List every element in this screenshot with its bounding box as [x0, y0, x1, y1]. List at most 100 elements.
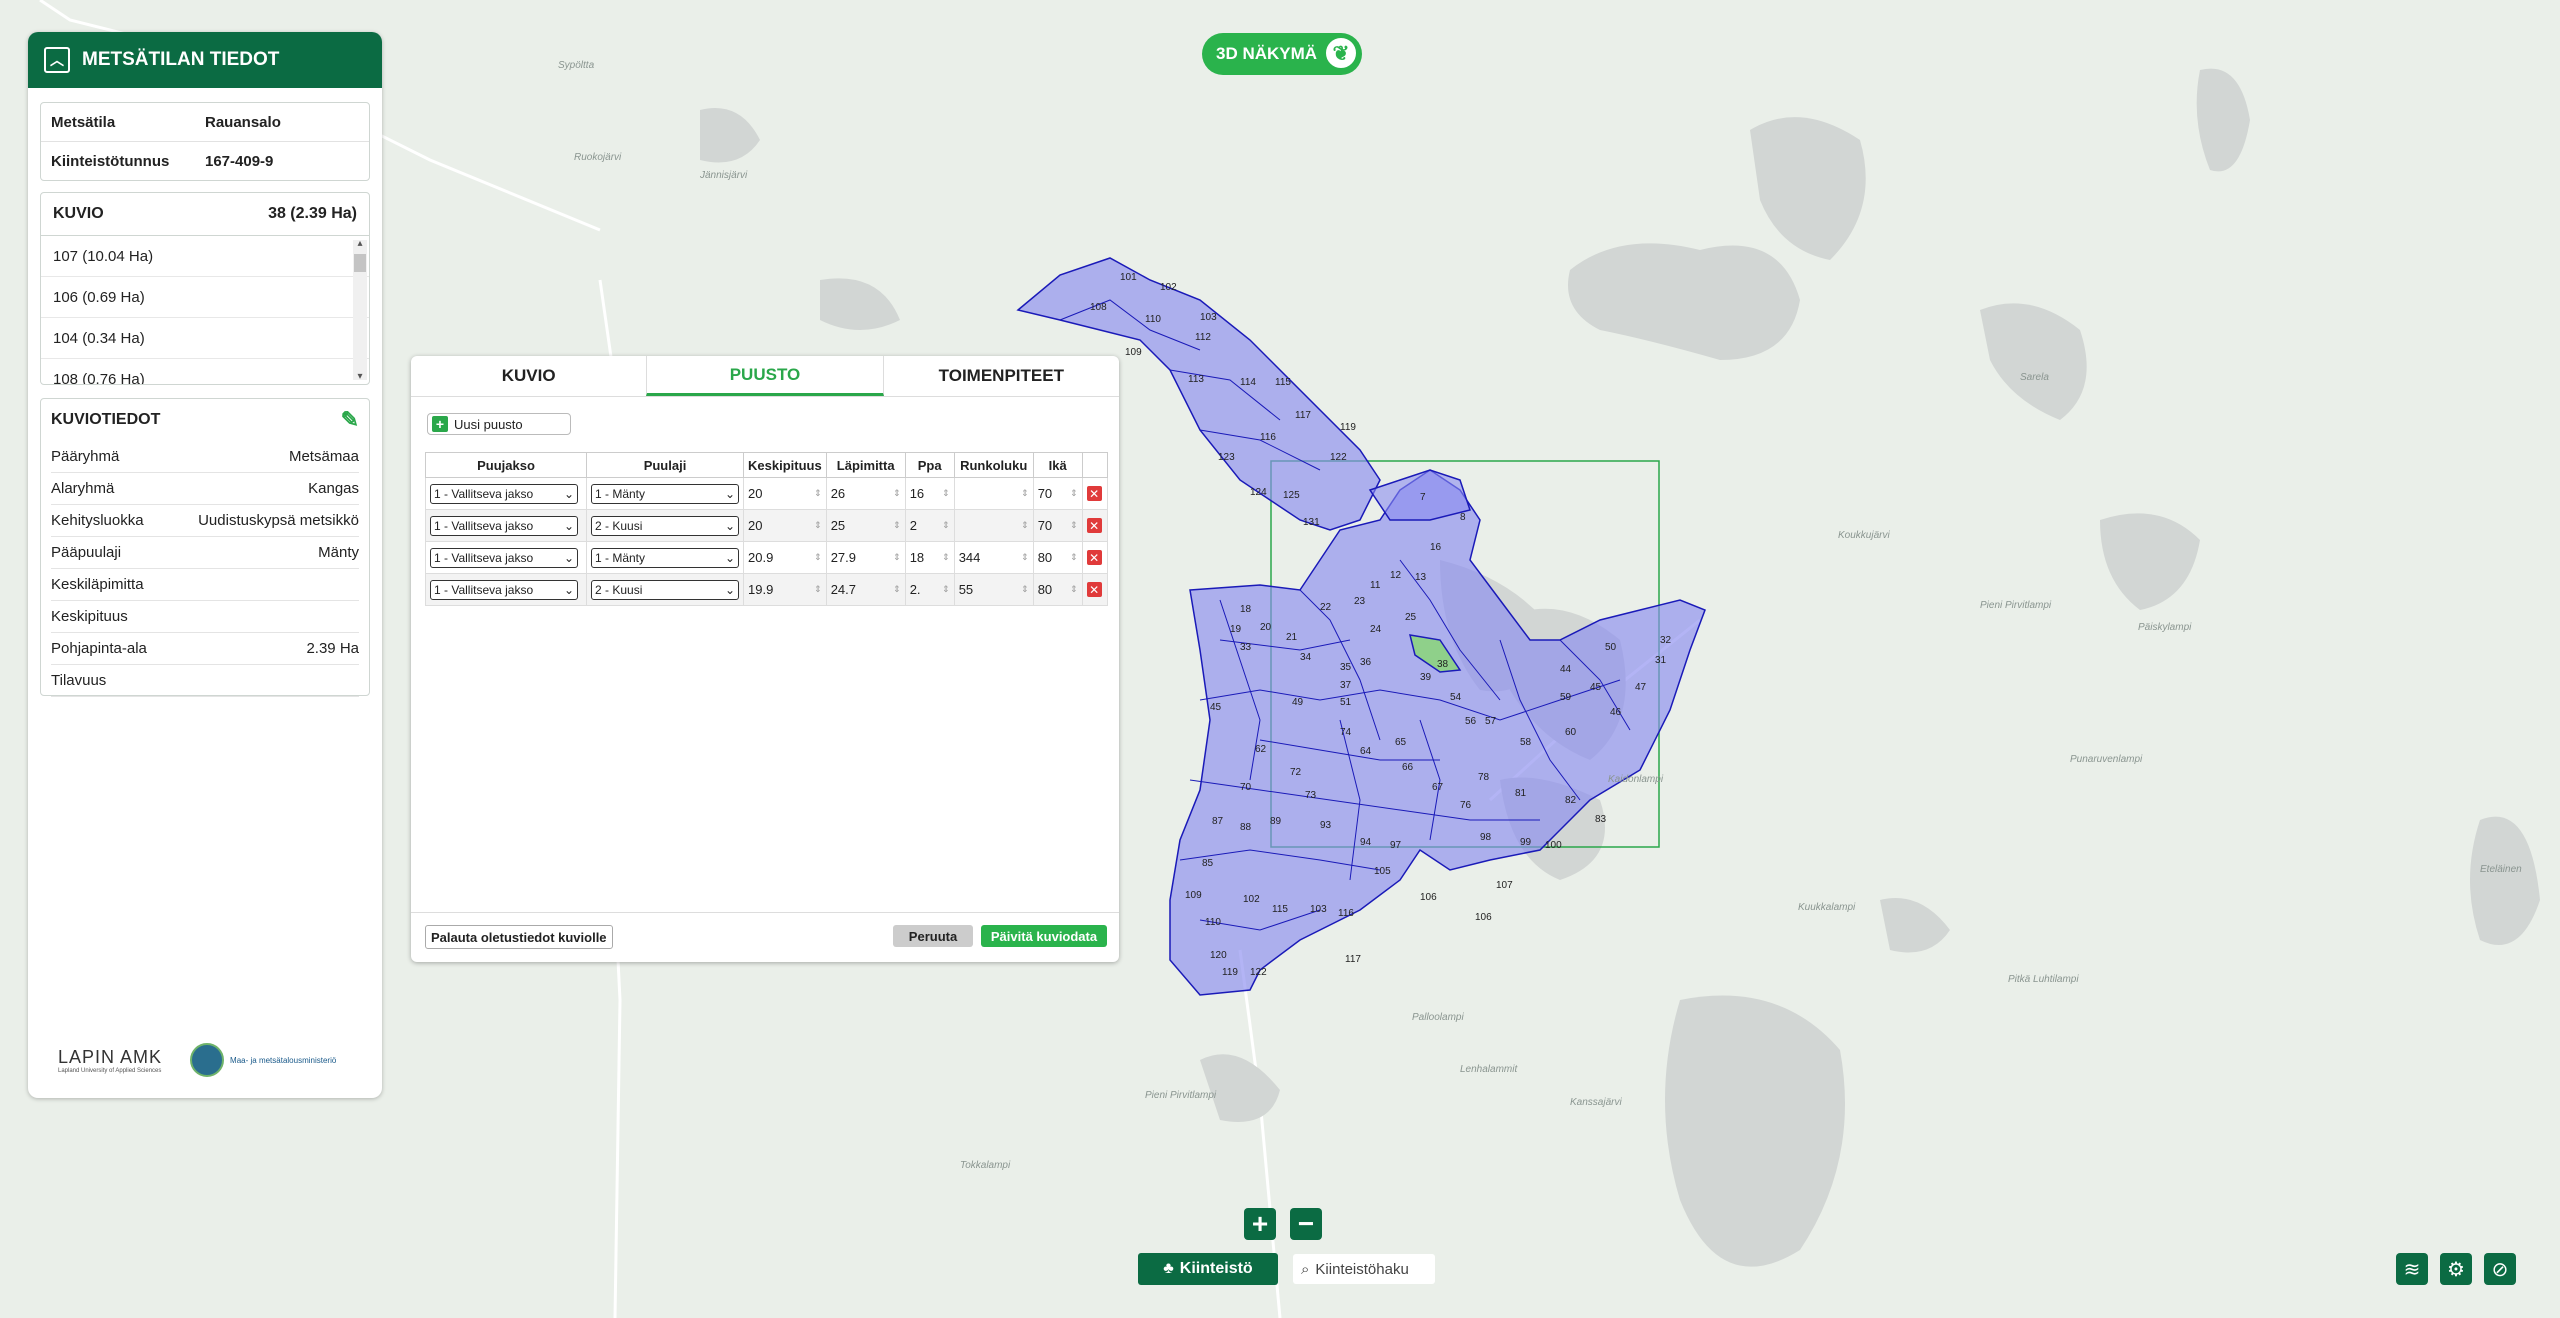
- layers-icon[interactable]: ≋: [2396, 1253, 2428, 1285]
- svg-text:8: 8: [1460, 512, 1466, 523]
- diameter-input[interactable]: 26 ⇕: [831, 486, 901, 501]
- scroll-down-icon[interactable]: ▾: [353, 371, 367, 382]
- spinner-icon[interactable]: ⇕: [814, 488, 822, 499]
- basal-area-input[interactable]: 16 ⇕: [910, 486, 950, 501]
- svg-text:23: 23: [1354, 596, 1366, 607]
- age-input[interactable]: 80 ⇕: [1038, 582, 1078, 597]
- svg-text:115: 115: [1272, 904, 1288, 915]
- stem-count-input[interactable]: 55 ⇕: [959, 582, 1029, 597]
- property-id-value: 167-409-9: [205, 152, 274, 170]
- new-tree-stock-button[interactable]: + Uusi puusto: [427, 413, 571, 435]
- spinner-icon[interactable]: ⇕: [1021, 584, 1029, 595]
- zoom-out-button[interactable]: −: [1290, 1208, 1322, 1240]
- list-item[interactable]: 106 (0.69 Ha): [41, 277, 369, 318]
- delete-icon[interactable]: ✕: [1086, 550, 1102, 565]
- spinner-icon[interactable]: ⇕: [1021, 488, 1029, 499]
- details-header: KUVIOTIEDOT ✎: [41, 399, 369, 441]
- spinner-icon[interactable]: ⇕: [1021, 552, 1029, 563]
- tab-puusto[interactable]: PUUSTO: [646, 356, 884, 396]
- puulaji-select[interactable]: 2 - Kuusi ⌄: [591, 515, 739, 536]
- 3d-view-button[interactable]: 3D NÄKYMÄ ❦: [1202, 33, 1362, 75]
- height-input[interactable]: 20 ⇕: [748, 486, 822, 501]
- basal-area-input[interactable]: 2. ⇕: [910, 582, 950, 597]
- spinner-icon[interactable]: ⇕: [1070, 488, 1078, 499]
- spinner-icon[interactable]: ⇕: [1070, 552, 1078, 563]
- tab-toimenpiteet[interactable]: TOIMENPITEET: [884, 356, 1119, 396]
- tab-kuvio[interactable]: KUVIO: [411, 356, 646, 396]
- spinner-icon[interactable]: ⇕: [1021, 520, 1029, 531]
- spinner-icon[interactable]: ⇕: [814, 520, 822, 531]
- list-item[interactable]: 107 (10.04 Ha): [41, 236, 369, 277]
- height-input[interactable]: 20 ⇕: [748, 518, 822, 533]
- svg-text:47: 47: [1635, 682, 1647, 693]
- delete-icon[interactable]: ✕: [1086, 582, 1102, 597]
- update-stand-data-button[interactable]: Päivitä kuviodata: [981, 925, 1107, 947]
- property-button[interactable]: ♣ Kiinteistö: [1138, 1253, 1278, 1285]
- edit-icon[interactable]: ✎: [341, 407, 359, 433]
- cancel-button[interactable]: Peruuta: [893, 925, 973, 947]
- age-input[interactable]: 70 ⇕: [1038, 518, 1078, 533]
- kuvio-card: KUVIO 38 (2.39 Ha) 107 (10.04 Ha) 106 (0…: [40, 192, 370, 385]
- spinner-icon[interactable]: ⇕: [893, 584, 901, 595]
- diameter-input[interactable]: 27.9 ⇕: [831, 550, 901, 565]
- height-value: 20: [748, 486, 763, 501]
- basal-area-input[interactable]: 18 ⇕: [910, 550, 950, 565]
- stem-count-input[interactable]: 344 ⇕: [959, 550, 1029, 565]
- puujakso-select[interactable]: 1 - Vallitseva jakso ⌄: [430, 483, 578, 504]
- reset-defaults-button[interactable]: Palauta oletustiedot kuviolle: [425, 925, 613, 949]
- detail-row: Kehitysluokka Uudistuskypsä metsikkö: [51, 505, 359, 537]
- spinner-icon[interactable]: ⇕: [942, 552, 950, 563]
- spinner-icon[interactable]: ⇕: [942, 520, 950, 531]
- diameter-input[interactable]: 25 ⇕: [831, 518, 901, 533]
- scroll-up-icon[interactable]: ▴: [353, 238, 367, 249]
- spinner-icon[interactable]: ⇕: [893, 552, 901, 563]
- zoom-in-button[interactable]: +: [1244, 1208, 1276, 1240]
- height-input[interactable]: 20.9 ⇕: [748, 550, 822, 565]
- list-item[interactable]: 104 (0.34 Ha): [41, 318, 369, 359]
- stem-count-input[interactable]: ⇕: [959, 520, 1029, 531]
- diameter-input[interactable]: 24.7 ⇕: [831, 582, 901, 597]
- spinner-icon[interactable]: ⇕: [814, 584, 822, 595]
- scrollbar[interactable]: ▴ ▾: [353, 238, 367, 382]
- age-value: 80: [1037, 550, 1053, 565]
- spinner-icon[interactable]: ⇕: [1070, 584, 1078, 595]
- spinner-icon[interactable]: ⇕: [893, 520, 901, 531]
- spinner-icon[interactable]: ⇕: [1070, 520, 1078, 531]
- svg-text:94: 94: [1360, 837, 1372, 848]
- puulaji-select[interactable]: 2 - Kuusi ⌄: [591, 579, 739, 600]
- column-header: Runkoluku: [953, 452, 1034, 478]
- age-input[interactable]: 80 ⇕: [1038, 550, 1078, 565]
- age-input[interactable]: 70 ⇕: [1038, 486, 1078, 501]
- svg-text:45: 45: [1590, 682, 1602, 693]
- basal-area-input[interactable]: 2 ⇕: [910, 518, 950, 533]
- puulaji-select[interactable]: 1 - Mänty ⌄: [591, 547, 739, 568]
- leaf-icon: ❦: [1324, 36, 1358, 70]
- puujakso-select[interactable]: 1 - Vallitseva jakso ⌄: [430, 547, 578, 568]
- svg-text:64: 64: [1360, 746, 1372, 757]
- eye-off-icon[interactable]: ⊘: [2484, 1253, 2516, 1285]
- spinner-icon[interactable]: ⇕: [942, 488, 950, 499]
- chevron-up-icon[interactable]: ︿: [44, 47, 70, 73]
- height-input[interactable]: 19.9 ⇕: [748, 582, 822, 597]
- scroll-thumb[interactable]: [354, 254, 366, 272]
- gear-icon[interactable]: ⚙: [2440, 1253, 2472, 1285]
- delete-icon[interactable]: ✕: [1086, 486, 1102, 501]
- select-value: 1 - Vallitseva jakso: [434, 486, 534, 501]
- kuvio-list[interactable]: 107 (10.04 Ha) 106 (0.69 Ha) 104 (0.34 H…: [41, 236, 369, 384]
- svg-text:Sypöltta: Sypöltta: [558, 60, 595, 71]
- delete-icon[interactable]: ✕: [1086, 518, 1102, 533]
- puujakso-select[interactable]: 1 - Vallitseva jakso ⌄: [430, 515, 578, 536]
- stem-count-input[interactable]: ⇕: [959, 488, 1029, 499]
- spinner-icon[interactable]: ⇕: [893, 488, 901, 499]
- list-item[interactable]: 108 (0.76 Ha): [41, 359, 369, 385]
- details-title: KUVIOTIEDOT: [51, 411, 161, 428]
- property-search-input[interactable]: ⌕ Kiinteistöhaku: [1293, 1254, 1435, 1284]
- map-canvas[interactable]: 101102103 110112108 109113 114 115116117 …: [0, 0, 2560, 1318]
- spinner-icon[interactable]: ⇕: [942, 584, 950, 595]
- puujakso-select[interactable]: 1 - Vallitseva jakso ⌄: [430, 579, 578, 600]
- spinner-icon[interactable]: ⇕: [814, 552, 822, 563]
- svg-text:46: 46: [1610, 707, 1622, 718]
- puulaji-select[interactable]: 1 - Mänty ⌄: [591, 483, 739, 504]
- table-row: 1 - Vallitseva jakso ⌄ 2 - Kuusi ⌄ 19.9 ⇕ 2…: [425, 573, 1108, 606]
- ministry-logo: Maa- ja metsätalousministeriö: [190, 1043, 336, 1077]
